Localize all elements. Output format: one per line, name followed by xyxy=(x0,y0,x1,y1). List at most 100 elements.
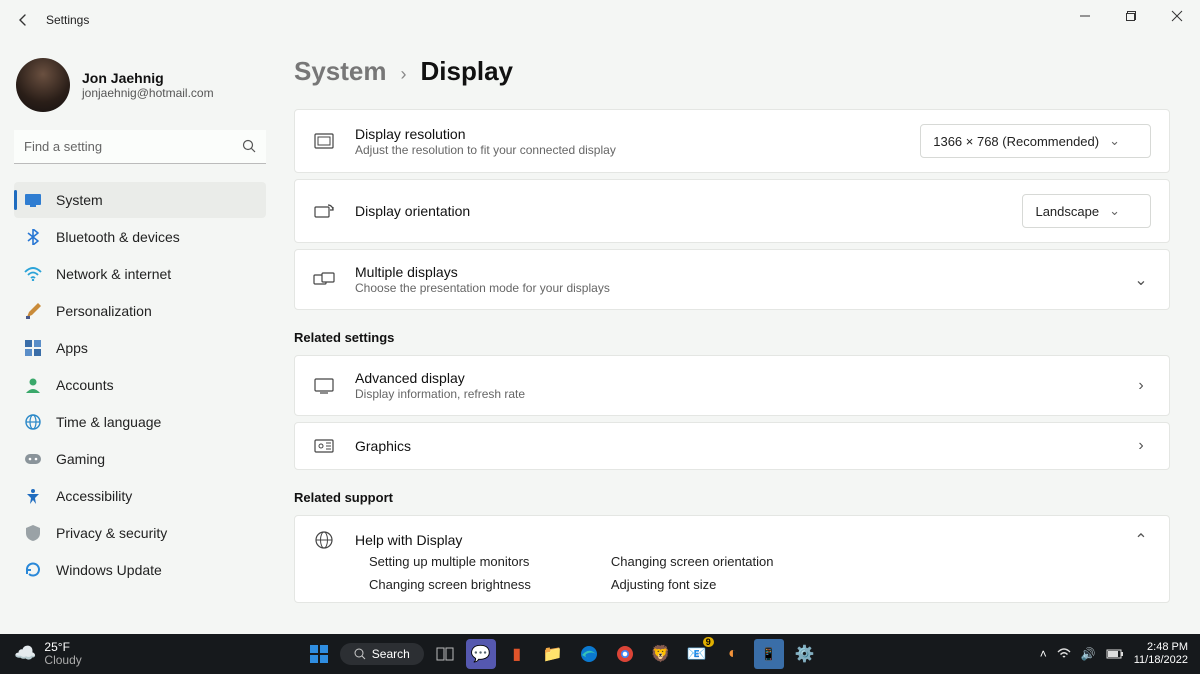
nav-label: Privacy & security xyxy=(56,525,167,541)
select-value: Landscape xyxy=(1035,204,1099,219)
edge-icon[interactable] xyxy=(574,639,604,669)
setting-label: Advanced display xyxy=(355,370,1111,386)
help-with-display: Help with Display ⌃ Setting up multiple … xyxy=(294,515,1170,603)
nav-windows-update[interactable]: Windows Update xyxy=(14,552,266,588)
taskbar-weather[interactable]: ☁️ 25°F Cloudy xyxy=(0,641,96,667)
file-explorer-icon[interactable]: 📁 xyxy=(538,639,568,669)
help-link[interactable]: Adjusting font size xyxy=(611,577,774,592)
nav-label: Apps xyxy=(56,340,88,356)
teams-icon[interactable]: 💬 xyxy=(466,639,496,669)
start-button[interactable] xyxy=(304,639,334,669)
nav-accessibility[interactable]: Accessibility xyxy=(14,478,266,514)
task-view-icon[interactable] xyxy=(430,639,460,669)
orientation-icon xyxy=(313,203,335,219)
sidebar: Jon Jaehnig jonjaehnig@hotmail.com Syste… xyxy=(0,40,280,634)
settings-search[interactable] xyxy=(14,130,266,164)
nav-apps[interactable]: Apps xyxy=(14,330,266,366)
nav-gaming[interactable]: Gaming xyxy=(14,441,266,477)
chrome-icon[interactable] xyxy=(610,639,640,669)
globe-icon xyxy=(24,413,42,431)
setting-label: Display orientation xyxy=(355,203,1002,219)
resolution-icon xyxy=(313,133,335,149)
chevron-down-icon: ⌄ xyxy=(1109,203,1120,219)
setting-advanced-display[interactable]: Advanced display Display information, re… xyxy=(294,355,1170,416)
breadcrumb-parent[interactable]: System xyxy=(294,56,387,87)
mail-icon[interactable]: 📧 xyxy=(682,639,712,669)
resolution-select[interactable]: 1366 × 768 (Recommended) ⌄ xyxy=(920,124,1151,158)
nav-privacy[interactable]: Privacy & security xyxy=(14,515,266,551)
nav-system[interactable]: System xyxy=(14,182,266,218)
nav-label: Time & language xyxy=(56,414,161,430)
office-icon[interactable]: ▮ xyxy=(502,639,532,669)
app-icon[interactable]: ◐ xyxy=(718,639,748,669)
update-icon xyxy=(24,561,42,579)
setting-graphics[interactable]: Graphics › xyxy=(294,422,1170,470)
window-title: Settings xyxy=(46,13,89,27)
accessibility-icon xyxy=(24,487,42,505)
taskbar-search-label: Search xyxy=(372,647,410,661)
maximize-button[interactable] xyxy=(1108,0,1154,32)
help-link[interactable]: Setting up multiple monitors xyxy=(369,554,531,569)
chevron-right-icon: › xyxy=(401,64,407,85)
content-pane: System › Display Display resolution Adju… xyxy=(280,40,1200,634)
clock-time: 2:48 PM xyxy=(1134,641,1188,654)
nav-personalization[interactable]: Personalization xyxy=(14,293,266,329)
setting-sub: Choose the presentation mode for your di… xyxy=(355,281,1111,295)
nav-label: Accessibility xyxy=(56,488,132,504)
brush-icon xyxy=(24,302,42,320)
calculator-icon[interactable]: 📱 xyxy=(754,639,784,669)
weather-icon: ☁️ xyxy=(14,644,36,664)
user-email: jonjaehnig@hotmail.com xyxy=(82,86,214,100)
search-input[interactable] xyxy=(14,130,266,164)
setting-label: Graphics xyxy=(355,438,1111,454)
back-button[interactable] xyxy=(8,5,38,35)
shield-icon xyxy=(24,524,42,542)
taskbar-clock[interactable]: 2:48 PM 11/18/2022 xyxy=(1134,641,1188,666)
orientation-select[interactable]: Landscape ⌄ xyxy=(1022,194,1151,228)
search-icon xyxy=(242,139,256,153)
settings-taskbar-icon[interactable]: ⚙️ xyxy=(790,639,820,669)
graphics-icon xyxy=(313,439,335,453)
wifi-tray-icon[interactable] xyxy=(1057,648,1071,660)
chevron-down-icon: ⌄ xyxy=(1131,270,1151,290)
nav-accounts[interactable]: Accounts xyxy=(14,367,266,403)
help-link[interactable]: Changing screen brightness xyxy=(369,577,531,592)
nav-label: Bluetooth & devices xyxy=(56,229,180,245)
nav-bluetooth[interactable]: Bluetooth & devices xyxy=(14,219,266,255)
avatar xyxy=(16,58,70,112)
tray-overflow-icon[interactable]: ˄ xyxy=(1040,647,1047,661)
setting-label: Multiple displays xyxy=(355,264,1111,280)
nav-label: System xyxy=(56,192,103,208)
nav-label: Windows Update xyxy=(56,562,162,578)
wifi-icon xyxy=(24,265,42,283)
clock-date: 11/18/2022 xyxy=(1134,654,1188,667)
nav-network[interactable]: Network & internet xyxy=(14,256,266,292)
nav-label: Personalization xyxy=(56,303,152,319)
minimize-button[interactable] xyxy=(1062,0,1108,32)
bluetooth-icon xyxy=(24,228,42,246)
volume-tray-icon[interactable]: 🔊 xyxy=(1081,647,1096,661)
section-related-support: Related support xyxy=(294,490,1170,505)
apps-icon xyxy=(24,339,42,357)
nav-time-language[interactable]: Time & language xyxy=(14,404,266,440)
gaming-icon xyxy=(24,450,42,468)
setting-display-orientation: Display orientation Landscape ⌄ xyxy=(294,179,1170,243)
breadcrumb: System › Display xyxy=(294,56,1170,87)
brave-icon[interactable]: 🦁 xyxy=(646,639,676,669)
accounts-icon xyxy=(24,376,42,394)
weather-cond: Cloudy xyxy=(44,654,81,667)
monitor-icon xyxy=(313,378,335,394)
taskbar-search[interactable]: Search xyxy=(340,643,424,665)
chevron-up-icon[interactable]: ⌃ xyxy=(1131,530,1151,550)
setting-sub: Adjust the resolution to fit your connec… xyxy=(355,143,900,157)
user-block[interactable]: Jon Jaehnig jonjaehnig@hotmail.com xyxy=(16,58,266,112)
close-button[interactable] xyxy=(1154,0,1200,32)
page-title: Display xyxy=(421,56,514,87)
help-icon xyxy=(313,531,335,549)
user-name: Jon Jaehnig xyxy=(82,70,214,86)
battery-tray-icon[interactable] xyxy=(1106,649,1124,659)
help-link[interactable]: Changing screen orientation xyxy=(611,554,774,569)
setting-label: Help with Display xyxy=(355,532,1111,548)
setting-multiple-displays[interactable]: Multiple displays Choose the presentatio… xyxy=(294,249,1170,310)
chevron-right-icon: › xyxy=(1131,377,1151,395)
